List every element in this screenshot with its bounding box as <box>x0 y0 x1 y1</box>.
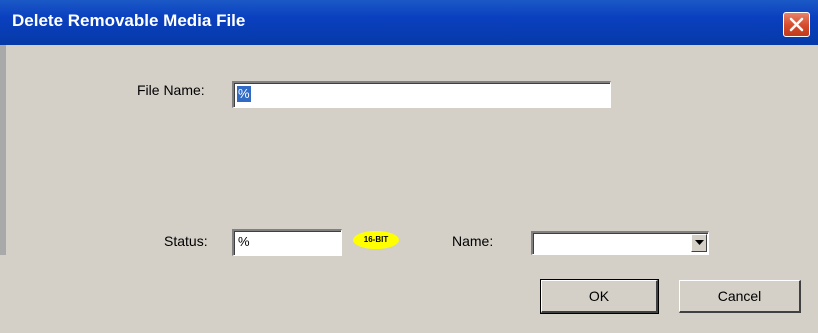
cancel-button[interactable]: Cancel <box>679 280 801 313</box>
ok-button[interactable]: OK <box>540 279 659 314</box>
chevron-down-icon <box>695 240 704 245</box>
file-name-label: File Name: <box>137 82 205 98</box>
name-dropdown-button[interactable] <box>691 234 707 252</box>
file-name-input[interactable]: % <box>232 81 611 108</box>
dialog-window: Delete Removable Media File File Name: %… <box>0 0 818 333</box>
close-icon <box>789 17 804 32</box>
status-input[interactable]: % <box>232 229 342 256</box>
background-strip <box>0 45 6 255</box>
name-label: Name: <box>452 233 494 249</box>
16-bit-badge: 16-BIT <box>353 231 399 249</box>
name-select[interactable] <box>531 231 709 255</box>
status-value: % <box>238 234 250 249</box>
window-title: Delete Removable Media File <box>12 11 246 30</box>
title-bar[interactable]: Delete Removable Media File <box>0 0 818 45</box>
close-button[interactable] <box>783 12 810 37</box>
file-name-value: % <box>237 86 251 102</box>
status-label: Status: <box>164 233 208 249</box>
